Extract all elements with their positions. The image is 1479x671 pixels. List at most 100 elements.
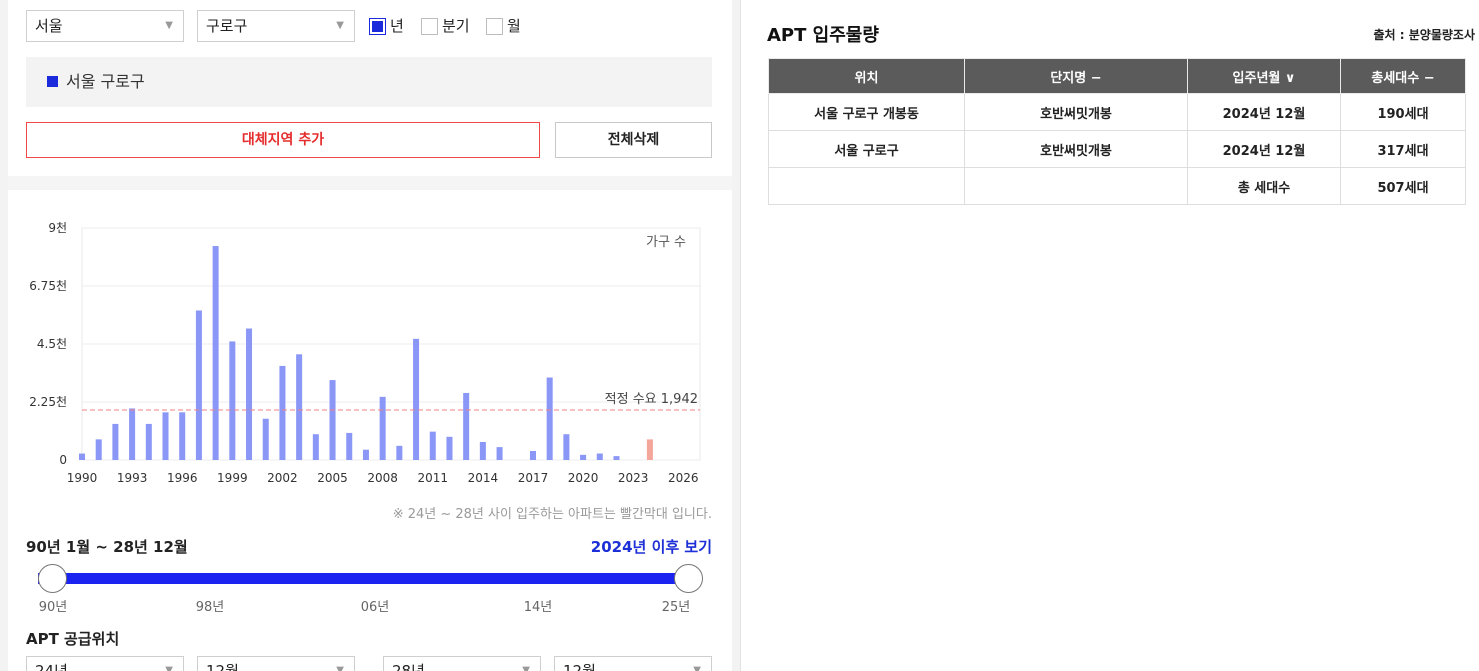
bar <box>546 377 553 460</box>
clear-all-button[interactable]: 전체삭제 <box>555 122 712 158</box>
bar <box>529 450 536 460</box>
checkbox-month[interactable]: 월 <box>486 16 521 36</box>
selected-region-label: 서울 구로구 <box>66 72 145 91</box>
period-slider-track[interactable] <box>38 573 689 584</box>
x-tick-label: 2017 <box>518 471 549 485</box>
end-month-value: 12월 <box>563 662 596 671</box>
bar <box>429 431 436 460</box>
legend-square-icon <box>47 76 58 87</box>
bar <box>596 453 603 460</box>
x-tick-label: 2023 <box>618 471 649 485</box>
bar <box>195 310 202 460</box>
city-select[interactable]: 서울 ▼ <box>26 10 184 42</box>
column-header-move-in[interactable]: 입주년월 ∨ <box>1187 58 1341 94</box>
table-row: 서울 구로구 개봉동 호반써밋개봉 2024년 12월 190세대 <box>768 93 1466 131</box>
y-tick-label: 0 <box>59 453 67 467</box>
section-divider <box>8 176 732 190</box>
panel-divider <box>740 0 741 671</box>
bar <box>145 423 152 460</box>
slider-tick-label: 06년 <box>360 600 390 615</box>
table-total-row: 총 세대수 507세대 <box>768 167 1466 205</box>
cell-move-in: 2024년 12월 <box>1187 93 1341 131</box>
start-month-value: 12월 <box>206 662 239 671</box>
bar <box>413 338 420 460</box>
bar <box>212 246 219 460</box>
checkbox-year[interactable]: 년 <box>369 16 404 36</box>
bar <box>396 445 403 460</box>
x-tick-label: 1999 <box>217 471 248 485</box>
start-year-value: 24년 <box>35 662 68 671</box>
slider-tick-label: 25년 <box>661 600 691 615</box>
chevron-down-icon: ▼ <box>165 665 173 671</box>
cell-complex <box>964 167 1188 205</box>
slider-start-handle[interactable] <box>38 564 67 593</box>
bar <box>563 434 570 460</box>
add-region-button[interactable]: 대체지역 추가 <box>26 122 540 158</box>
cell-location: 서울 구로구 개봉동 <box>768 93 965 131</box>
view-after-2024-link[interactable]: 2024년 이후 보기 <box>520 536 712 557</box>
city-select-value: 서울 <box>35 17 63 35</box>
district-select-value: 구로구 <box>206 17 248 35</box>
column-header-households[interactable]: 총세대수 − <box>1340 58 1466 94</box>
chart-note: ※ 24년 ~ 28년 사이 입주하는 아파트는 빨간막대 입니다. <box>392 507 712 522</box>
bar <box>496 447 503 460</box>
data-source-label: 출처 : 분양물량조사 <box>1373 28 1475 42</box>
bar <box>246 328 253 460</box>
x-tick-label: 2011 <box>417 471 448 485</box>
y-tick-label: 2.25천 <box>29 394 67 409</box>
cell-complex: 호반써밋개봉 <box>964 130 1188 168</box>
column-header-complex[interactable]: 단지명 − <box>964 58 1188 94</box>
bar <box>446 436 453 460</box>
column-header-location[interactable]: 위치 <box>768 58 965 94</box>
bar <box>296 354 303 460</box>
slider-tick-label: 98년 <box>195 600 225 615</box>
reference-label: 적정 수요 1,942 <box>605 392 698 407</box>
bar <box>479 441 486 460</box>
x-tick-label: 2005 <box>317 471 348 485</box>
total-label: 총 세대수 <box>1187 167 1341 205</box>
apt-supply-location-title: APT 공급위치 <box>26 630 120 648</box>
chevron-down-icon: ▼ <box>165 20 173 31</box>
cell-complex: 호반써밋개봉 <box>964 93 1188 131</box>
selected-region-box: 서울 구로구 <box>26 57 712 107</box>
district-select[interactable]: 구로구 ▼ <box>197 10 355 42</box>
slider-end-handle[interactable] <box>674 564 703 593</box>
slider-tick-label: 90년 <box>38 600 68 615</box>
bar <box>463 392 470 460</box>
x-tick-label: 1996 <box>167 471 198 485</box>
bar <box>379 396 386 460</box>
series-label: 가구 수 <box>646 235 686 250</box>
checkbox-checked-icon <box>369 17 386 35</box>
checkbox-year-label: 년 <box>390 17 404 35</box>
checkbox-quarter-label: 분기 <box>442 17 470 35</box>
y-tick-label: 4.5천 <box>37 336 67 351</box>
bar <box>613 456 620 460</box>
y-tick-label: 6.75천 <box>29 278 67 293</box>
bar <box>78 453 86 460</box>
chevron-down-icon: ▼ <box>522 665 530 671</box>
cell-location <box>768 167 965 205</box>
chevron-down-icon: ▼ <box>336 665 344 671</box>
start-month-select[interactable]: 12월 ▼ <box>197 656 355 671</box>
checkbox-unchecked-icon <box>421 17 438 35</box>
bar-highlight <box>646 439 653 460</box>
end-year-select[interactable]: 28년 ▼ <box>383 656 541 671</box>
bar <box>179 412 186 460</box>
panel-edge-right <box>732 0 740 671</box>
cell-move-in: 2024년 12월 <box>1187 130 1341 168</box>
bar <box>95 439 102 460</box>
x-tick-label: 1993 <box>117 471 148 485</box>
checkbox-unchecked-icon <box>486 17 503 35</box>
y-tick-label: 9천 <box>48 220 67 235</box>
left-panel: 서울 ▼ 구로구 ▼ 년 분기 월 서울 구로구 대체지역 추가 전체삭제 0 2… <box>0 0 740 671</box>
checkbox-quarter[interactable]: 분기 <box>421 16 470 36</box>
slider-tick-label: 14년 <box>523 600 553 615</box>
panel-edge-left <box>0 0 8 671</box>
bar <box>112 423 119 460</box>
end-month-select[interactable]: 12월 ▼ <box>554 656 712 671</box>
x-tick-label: 2008 <box>367 471 398 485</box>
cell-households: 317세대 <box>1340 130 1466 168</box>
start-year-select[interactable]: 24년 ▼ <box>26 656 184 671</box>
apt-occupancy-table: 위치 단지명 − 입주년월 ∨ 총세대수 − 서울 구로구 개봉동 호반써밋개봉… <box>768 58 1466 205</box>
chevron-down-icon: ▼ <box>336 20 344 31</box>
